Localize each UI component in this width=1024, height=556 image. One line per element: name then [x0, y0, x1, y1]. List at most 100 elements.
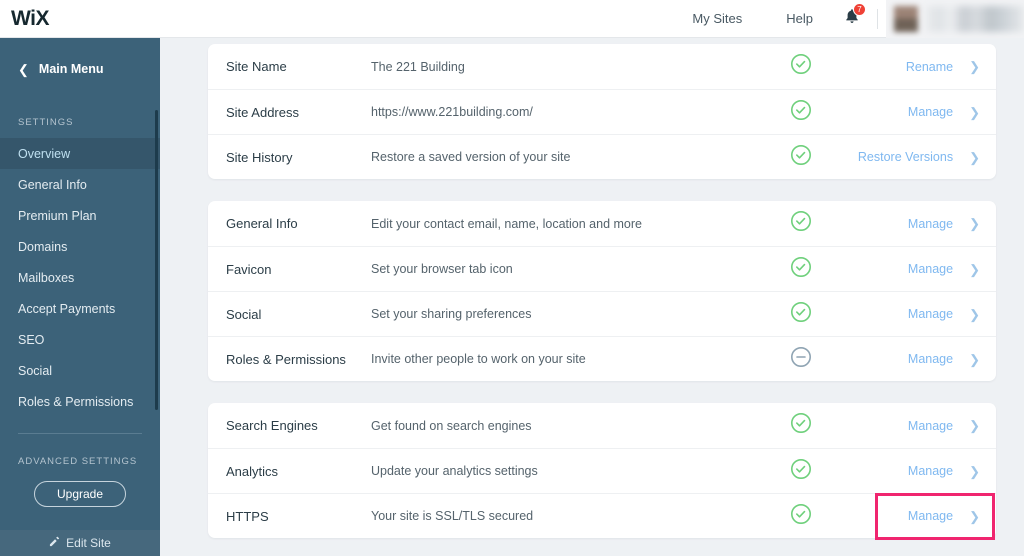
action-link[interactable]: Manage: [908, 307, 953, 321]
chevron-right-icon: ❯: [969, 104, 980, 120]
row-title: Site Address: [226, 104, 299, 120]
upgrade-button-wrap: Upgrade: [0, 481, 160, 507]
chevron-left-icon: ❮: [18, 61, 29, 77]
minus-circle-icon: [790, 346, 812, 373]
edit-site-button[interactable]: Edit Site: [0, 530, 160, 556]
chevron-right-icon: ❯: [969, 508, 980, 524]
my-sites-link[interactable]: My Sites: [670, 0, 764, 38]
settings-section-label: SETTINGS: [18, 117, 74, 128]
sidebar-scrollbar[interactable]: [155, 110, 158, 410]
help-link[interactable]: Help: [764, 0, 835, 38]
advanced-settings-label: ADVANCED SETTINGS: [18, 456, 138, 467]
top-bar-right: My Sites Help 7: [670, 0, 1024, 38]
action-link[interactable]: Manage: [908, 105, 953, 119]
sidebar-item-label: General Info: [18, 177, 87, 192]
action-link[interactable]: Rename: [906, 60, 953, 74]
status-indicator: [756, 301, 846, 328]
row-action[interactable]: Manage ❯: [846, 217, 996, 231]
action-link[interactable]: Manage: [908, 352, 953, 366]
settings-row[interactable]: HTTPS Your site is SSL/TLS secured Manag…: [208, 493, 996, 540]
check-circle-icon: [790, 301, 812, 328]
status-indicator: [756, 412, 846, 439]
row-description: The 221 Building: [371, 59, 465, 74]
chevron-right-icon: ❯: [969, 59, 980, 74]
sidebar-item-premium-plan[interactable]: Premium Plan: [0, 200, 160, 231]
settings-row[interactable]: Analytics Update your analytics settings…: [208, 448, 996, 493]
check-circle-icon: [790, 99, 812, 126]
top-bar-divider: [877, 8, 878, 29]
sidebar-item-domains[interactable]: Domains: [0, 231, 160, 262]
settings-row[interactable]: Site Name The 221 Building Rename ❯: [208, 44, 996, 89]
row-description: Edit your contact email, name, location …: [371, 216, 642, 231]
wix-dashboard: WiX My Sites Help 7 ❮ Main Menu SETTINGS…: [0, 0, 1024, 556]
main-content: Site Name The 221 Building Rename ❯ Site…: [160, 38, 1024, 556]
row-title: Site History: [226, 149, 293, 165]
row-title: General Info: [226, 216, 298, 231]
status-indicator: [756, 99, 846, 126]
notifications-button[interactable]: 7: [835, 0, 869, 38]
sidebar-item-label: Domains: [18, 239, 68, 254]
action-link[interactable]: Manage: [908, 217, 953, 231]
account-name-redacted: [926, 5, 1024, 32]
chevron-right-icon: ❯: [969, 149, 980, 165]
sidebar-divider: [18, 433, 142, 434]
chevron-right-icon: ❯: [969, 463, 980, 479]
check-circle-icon: [790, 256, 812, 283]
sidebar-item-overview[interactable]: Overview: [0, 138, 160, 169]
check-circle-icon: [790, 144, 812, 171]
settings-row[interactable]: Site Address https://www.221building.com…: [208, 89, 996, 134]
action-link[interactable]: Manage: [908, 262, 953, 276]
back-to-main-menu[interactable]: ❮ Main Menu: [0, 38, 160, 100]
edit-site-label: Edit Site: [66, 536, 111, 550]
row-action[interactable]: Manage ❯: [846, 307, 996, 321]
row-description: Invite other people to work on your site: [371, 352, 586, 366]
row-action[interactable]: Rename ❯: [846, 60, 996, 74]
row-title: Favicon: [226, 261, 272, 277]
upgrade-button[interactable]: Upgrade: [33, 481, 127, 507]
settings-row[interactable]: Roles & Permissions Invite other people …: [208, 336, 996, 381]
status-indicator: [756, 210, 846, 237]
row-action[interactable]: Manage ❯: [846, 509, 996, 523]
sidebar-item-general-info[interactable]: General Info: [0, 169, 160, 200]
action-link[interactable]: Manage: [908, 509, 953, 523]
sidebar-item-label: Accept Payments: [18, 301, 116, 316]
settings-row[interactable]: Site History Restore a saved version of …: [208, 134, 996, 179]
settings-row[interactable]: General Info Edit your contact email, na…: [208, 201, 996, 246]
check-circle-icon: [790, 412, 812, 439]
row-action[interactable]: Manage ❯: [846, 105, 996, 119]
row-action[interactable]: Manage ❯: [846, 352, 996, 366]
sidebar-item-label: Overview: [18, 146, 71, 161]
status-indicator: [756, 503, 846, 530]
row-action[interactable]: Manage ❯: [846, 419, 996, 433]
action-link[interactable]: Manage: [908, 419, 953, 433]
top-bar: WiX My Sites Help 7: [0, 0, 1024, 38]
action-link[interactable]: Manage: [908, 464, 953, 478]
status-indicator: [756, 458, 846, 485]
row-title: Social: [226, 306, 262, 322]
row-action[interactable]: Manage ❯: [846, 464, 996, 478]
check-circle-icon: [790, 503, 812, 530]
action-link[interactable]: Restore Versions: [858, 150, 953, 164]
sidebar-item-seo[interactable]: SEO: [0, 324, 160, 355]
sidebar-item-roles-permissions[interactable]: Roles & Permissions: [0, 386, 160, 417]
sidebar-item-mailboxes[interactable]: Mailboxes: [0, 262, 160, 293]
settings-row[interactable]: Favicon Set your browser tab icon Manage…: [208, 246, 996, 291]
settings-row[interactable]: Social Set your sharing preferences Mana…: [208, 291, 996, 336]
sidebar-item-accept-payments[interactable]: Accept Payments: [0, 293, 160, 324]
pencil-icon: [49, 536, 60, 550]
account-menu[interactable]: [886, 0, 1024, 38]
row-title: Site Name: [226, 59, 287, 74]
sidebar-item-social[interactable]: Social: [0, 355, 160, 386]
row-action[interactable]: Manage ❯: [846, 262, 996, 276]
row-action[interactable]: Restore Versions ❯: [846, 150, 996, 164]
notification-badge: 7: [853, 2, 866, 16]
check-circle-icon: [790, 53, 812, 80]
sidebar: ❮ Main Menu SETTINGS Overview General In…: [0, 38, 160, 556]
main-menu-label: Main Menu: [38, 62, 104, 76]
row-description: Restore a saved version of your site: [371, 150, 571, 164]
status-indicator: [756, 53, 846, 80]
sidebar-item-label: Social: [18, 363, 53, 378]
row-title: Analytics: [226, 463, 279, 479]
wix-logo[interactable]: WiX: [11, 8, 49, 29]
settings-row[interactable]: Search Engines Get found on search engin…: [208, 403, 996, 448]
